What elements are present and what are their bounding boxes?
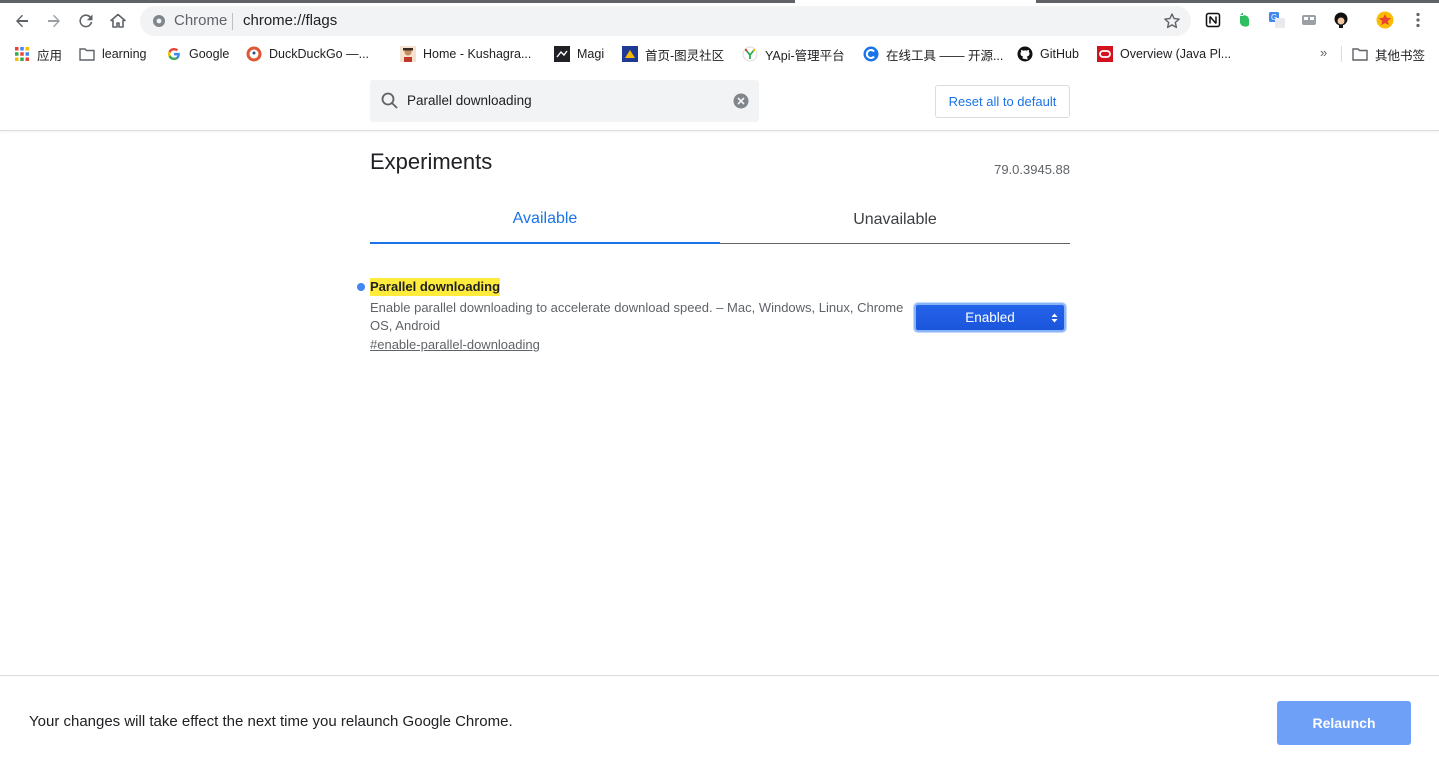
tab-strip-edge — [0, 0, 795, 3]
home-button[interactable] — [105, 8, 131, 34]
bookmark-label: YApi-管理平台 — [765, 48, 845, 63]
bookmark-item[interactable]: Magi — [554, 44, 604, 64]
evernote-extension-icon[interactable] — [1236, 11, 1254, 29]
home-icon — [110, 13, 126, 28]
omnibox-scheme: Chrome — [174, 12, 228, 29]
bookmarks-overflow-button[interactable]: » — [1320, 45, 1327, 60]
bookmark-item[interactable]: 首页-图灵社区 — [622, 44, 724, 64]
bookmarks-divider — [1341, 46, 1342, 62]
omnibox-divider — [232, 13, 233, 30]
experiment-permalink[interactable]: #enable-parallel-downloading — [370, 337, 540, 352]
tools-icon — [863, 46, 879, 62]
back-button[interactable] — [9, 8, 35, 34]
apps-grid-icon — [14, 46, 30, 62]
bookmark-item[interactable]: GitHub — [1017, 44, 1079, 64]
bookmark-label: 应用 — [37, 48, 63, 63]
bookmark-label: DuckDuckGo —... — [269, 47, 370, 61]
browser-toolbar: Chrome chrome://flags G — [0, 0, 1439, 40]
arrow-right-icon — [48, 14, 60, 28]
profile-avatar-icon[interactable] — [1376, 11, 1394, 29]
bookmark-label: Home - Kushagra... — [423, 47, 532, 61]
arrow-left-icon — [16, 14, 28, 28]
google-icon — [166, 46, 182, 62]
omnibox-url[interactable]: chrome://flags — [243, 12, 337, 29]
avatar-extension-icon[interactable] — [1332, 11, 1350, 29]
bookmarks-bar: 应用 learning Google DuckDuckGo —... Home … — [0, 40, 1439, 67]
bookmark-label: Overview (Java Pl... — [1120, 47, 1232, 61]
reload-icon — [79, 14, 93, 28]
other-bookmarks-label: 其他书签 — [1375, 48, 1426, 63]
experiment-item: Parallel downloading Enable parallel dow… — [357, 278, 1070, 354]
experiment-state-select[interactable]: Enabled — [914, 303, 1066, 332]
tab-extension-icon[interactable] — [1300, 11, 1318, 29]
bookmark-item[interactable]: learning — [79, 44, 146, 64]
magi-icon — [554, 46, 570, 62]
modified-indicator-dot — [357, 283, 365, 291]
folder-icon — [79, 46, 95, 62]
bookmark-item[interactable]: DuckDuckGo —... — [246, 44, 369, 64]
java-icon — [1097, 46, 1113, 62]
relaunch-button[interactable]: Relaunch — [1277, 701, 1411, 745]
bookmark-item[interactable]: Overview (Java Pl... — [1097, 44, 1231, 64]
notion-extension-icon[interactable] — [1204, 11, 1222, 29]
folder-icon — [1352, 46, 1368, 62]
page-title: Experiments — [370, 149, 493, 174]
bookmark-item[interactable]: Google — [166, 44, 229, 64]
relaunch-message: Your changes will take effect the next t… — [29, 713, 513, 730]
reset-all-button[interactable]: Reset all to default — [935, 85, 1070, 118]
menu-kebab-icon[interactable] — [1409, 11, 1427, 29]
github-icon — [1017, 46, 1033, 62]
version-label: 79.0.3945.88 — [994, 162, 1070, 177]
forward-button[interactable] — [41, 8, 67, 34]
bookmark-label: GitHub — [1040, 47, 1079, 61]
turing-icon — [622, 46, 638, 62]
chrome-site-icon — [153, 15, 165, 27]
yapi-icon — [742, 46, 758, 62]
search-input[interactable]: Parallel downloading — [407, 93, 532, 108]
bookmark-label: Magi — [577, 47, 605, 61]
avatar-icon — [400, 46, 416, 62]
select-arrows-icon — [1051, 313, 1058, 323]
experiment-name: Parallel downloading — [370, 278, 501, 296]
star-icon[interactable] — [1163, 12, 1181, 30]
omnibox[interactable]: Chrome chrome://flags — [140, 6, 1191, 36]
search-box[interactable]: Parallel downloading — [370, 80, 759, 122]
svg-text:G: G — [1271, 13, 1277, 22]
flags-header: Parallel downloading Reset all to defaul… — [0, 72, 1439, 131]
tab-available[interactable]: Available — [370, 196, 720, 244]
reload-button[interactable] — [73, 8, 99, 34]
bookmark-label: Google — [189, 47, 230, 61]
bookmark-label: learning — [102, 47, 147, 61]
bookmark-item[interactable]: 应用 — [14, 44, 62, 64]
experiments-tabs: Available Unavailable — [370, 196, 1070, 244]
bookmark-item[interactable]: YApi-管理平台 — [742, 44, 845, 64]
duckduckgo-icon — [246, 46, 262, 62]
clear-icon[interactable] — [733, 93, 749, 109]
bookmark-label: 首页-图灵社区 — [645, 48, 725, 63]
bookmark-label: 在线工具 —— 开源... — [886, 48, 1004, 63]
tab-unavailable[interactable]: Unavailable — [720, 196, 1070, 244]
tab-strip-edge — [1036, 0, 1439, 3]
other-bookmarks[interactable]: 其他书签 — [1352, 44, 1425, 64]
bookmark-item[interactable]: Home - Kushagra... — [400, 44, 531, 64]
experiment-state-value: Enabled — [965, 310, 1015, 325]
relaunch-footer: Your changes will take effect the next t… — [0, 675, 1439, 764]
experiment-description: Enable parallel downloading to accelerat… — [370, 300, 904, 333]
translate-extension-icon[interactable]: G — [1268, 11, 1286, 29]
bookmark-item[interactable]: 在线工具 —— 开源... — [863, 44, 1003, 64]
search-icon — [381, 92, 398, 109]
